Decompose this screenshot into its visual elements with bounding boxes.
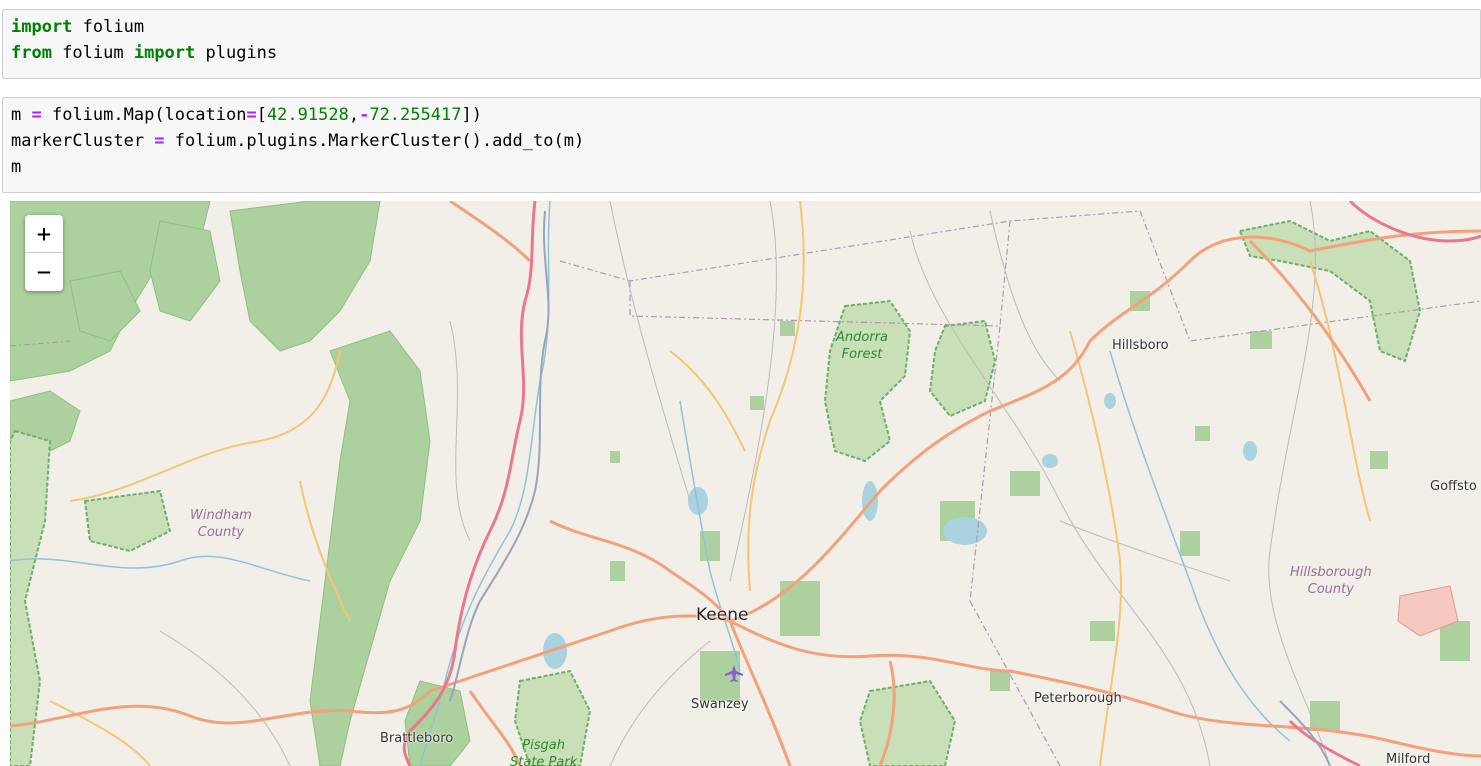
code-token: m	[11, 105, 32, 125]
map-label-brattleboro: Brattleboro	[380, 731, 454, 746]
code-token: ,	[348, 105, 360, 125]
map-output[interactable]: + − Keene Hillsboro Goffsto Swanzey Pete…	[10, 201, 1481, 766]
map-label-andorra-forest: Andorra Forest	[836, 329, 888, 363]
map-label-hillsborough-county: Hillsborough County	[1290, 564, 1372, 598]
code-token: m	[11, 157, 22, 177]
county-label-line2: County	[197, 525, 245, 540]
county-label-line1: Hillsborough	[1290, 565, 1372, 580]
park-label-line1: Andorra	[836, 330, 888, 345]
park-label-line2: State Park	[510, 755, 578, 766]
map-label-peterborough: Peterborough	[1034, 691, 1122, 706]
code-cell-imports[interactable]: import folium from folium import plugins	[2, 9, 1481, 79]
code-token: folium.plugins.MarkerCluster().add_to(m)	[164, 131, 585, 151]
code-editor-map[interactable]: m = folium.Map(location=[42.91528,-72.25…	[3, 98, 1480, 184]
code-token: =	[31, 105, 42, 125]
code-token: folium.Map(location	[41, 105, 247, 125]
code-token: =	[246, 105, 257, 125]
code-token: folium	[51, 43, 134, 63]
map-label-windham-county: Windham County	[190, 507, 252, 541]
map-tiles[interactable]	[10, 201, 1481, 766]
park-label-line2: Forest	[841, 347, 883, 362]
code-token: import	[133, 43, 196, 63]
map-label-pisgah-state-park: Pisgah State Park	[510, 737, 577, 766]
code-token: from	[11, 43, 52, 63]
park-label-line1: Pisgah	[522, 738, 565, 753]
code-token: 42.91528	[266, 105, 349, 125]
code-token: -	[359, 105, 370, 125]
code-token: markerCluster	[11, 131, 155, 151]
code-token: [	[256, 105, 267, 125]
code-token: folium	[72, 17, 145, 37]
county-label-line1: Windham	[190, 508, 252, 523]
zoom-in-button[interactable]: +	[25, 215, 63, 253]
zoom-control[interactable]: + −	[25, 215, 63, 291]
map-label-goffstown: Goffsto	[1430, 479, 1477, 494]
code-token: =	[154, 131, 165, 151]
map-label-keene: Keene	[696, 605, 749, 625]
county-label-line2: County	[1307, 582, 1354, 597]
code-line: m = folium.Map(location=[42.91528,-72.25…	[11, 102, 1472, 128]
map-label-hillsboro: Hillsboro	[1112, 338, 1169, 353]
zoom-out-button[interactable]: −	[25, 253, 63, 291]
code-line: markerCluster = folium.plugins.MarkerClu…	[11, 128, 1472, 154]
code-line: from folium import plugins	[11, 40, 1472, 66]
map-label-swanzey: Swanzey	[691, 697, 749, 712]
code-token: import	[11, 17, 73, 37]
map-label-milford: Milford	[1386, 752, 1431, 766]
code-token: ])	[461, 105, 482, 125]
code-line: m	[11, 154, 1472, 180]
code-line: import folium	[11, 14, 1472, 40]
code-editor-imports[interactable]: import folium from folium import plugins	[3, 10, 1480, 70]
code-token: plugins	[195, 43, 278, 63]
code-cell-map[interactable]: m = folium.Map(location=[42.91528,-72.25…	[2, 97, 1481, 193]
code-token: 72.255417	[369, 105, 462, 125]
